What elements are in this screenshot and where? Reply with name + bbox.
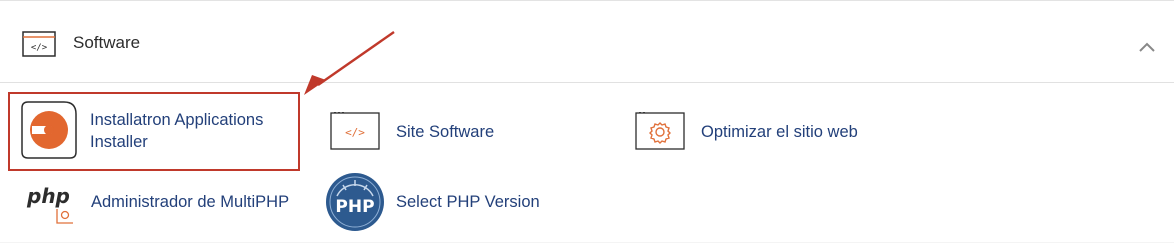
select-php-version-item[interactable]: PHP Select PHP Version [325,171,585,233]
site-software-item[interactable]: </> Site Software [325,103,585,161]
multiphp-manager-item[interactable]: php Administrador de MultiPHP [20,179,320,229]
svg-text:</>: </> [345,126,365,139]
multiphp-manager-label[interactable]: Administrador de MultiPHP [91,191,289,213]
installatron-highlight-box [8,92,300,171]
section-title: Software [73,33,141,52]
code-window-icon: </> [22,31,56,57]
php-gear-icon: php [26,184,73,224]
section-header[interactable]: </> Software [0,6,1174,83]
select-php-version-label[interactable]: Select PHP Version [396,191,540,213]
code-window-icon: </> [330,112,380,150]
software-panel: </> Software Installatron Applications I… [0,0,1174,242]
site-software-label[interactable]: Site Software [396,121,494,143]
optimize-website-label[interactable]: Optimizar el sitio web [701,121,858,143]
php-badge-icon: PHP [326,173,384,231]
svg-text:</>: </> [31,43,48,53]
svg-text:php: php [26,184,70,208]
gear-window-icon [635,112,685,150]
optimize-website-item[interactable]: Optimizar el sitio web [630,103,910,161]
svg-text:PHP: PHP [335,197,374,217]
chevron-up-icon[interactable] [1137,40,1157,54]
